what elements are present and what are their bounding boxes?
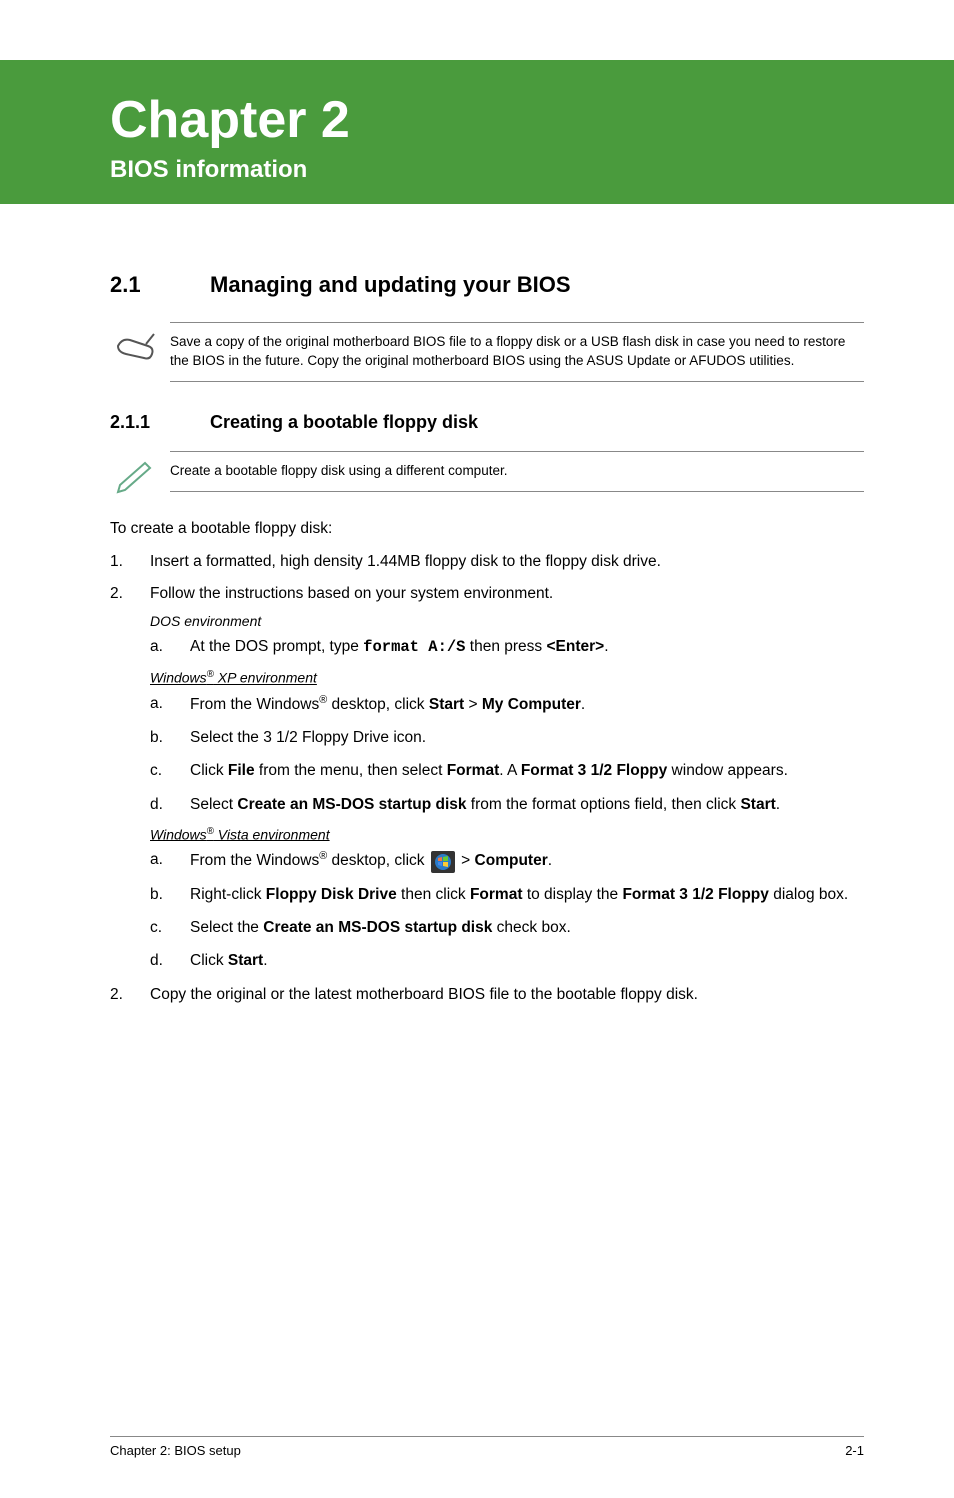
pencil-note-text: Create a bootable floppy disk using a di…	[170, 451, 864, 492]
section-number: 2.1	[110, 272, 210, 298]
save-note-text: Save a copy of the original motherboard …	[170, 322, 864, 382]
xp-step-a: a. From the Windows® desktop, click Star…	[150, 692, 864, 716]
subsection-heading: 2.1.1 Creating a bootable floppy disk	[110, 412, 864, 433]
subsection-number: 2.1.1	[110, 412, 210, 433]
vista-a-body: From the Windows® desktop, click > Compu…	[190, 848, 864, 872]
footer-right: 2-1	[845, 1443, 864, 1458]
vista-d-letter: d.	[150, 949, 190, 972]
step-2b: 2. Copy the original or the latest mothe…	[110, 983, 864, 1006]
step-1-num: 1.	[110, 550, 150, 573]
chapter-title: Chapter 2	[110, 90, 914, 150]
enter-key: <Enter>	[547, 638, 605, 655]
vista-d-body: Click Start.	[190, 949, 864, 972]
chapter-banner: Chapter 2 BIOS information	[0, 60, 954, 204]
xp-step-c: c. Click File from the menu, then select…	[150, 759, 864, 782]
vista-b-body: Right-click Floppy Disk Drive then click…	[190, 883, 864, 906]
page-content: 2.1 Managing and updating your BIOS Save…	[0, 204, 954, 1006]
xp-b-letter: b.	[150, 726, 190, 749]
step-1-text: Insert a formatted, high density 1.44MB …	[150, 550, 864, 573]
vista-c-letter: c.	[150, 916, 190, 939]
vista-step-c: c. Select the Create an MS-DOS startup d…	[150, 916, 864, 939]
pencil-icon	[110, 451, 170, 500]
xp-env-header: Windows® XP environment	[150, 669, 864, 686]
step-1: 1. Insert a formatted, high density 1.44…	[110, 550, 864, 573]
intro-text: To create a bootable floppy disk:	[110, 518, 864, 540]
xp-a-letter: a.	[150, 692, 190, 716]
xp-step-b: b. Select the 3 1/2 Floppy Drive icon.	[150, 726, 864, 749]
vista-step-a: a. From the Windows® desktop, click > Co…	[150, 848, 864, 872]
xp-d-body: Select Create an MS-DOS startup disk fro…	[190, 793, 864, 816]
dos-command: format A:/S	[363, 638, 465, 656]
step-2b-text: Copy the original or the latest motherbo…	[150, 983, 864, 1006]
vista-step-b: b. Right-click Floppy Disk Drive then cl…	[150, 883, 864, 906]
dos-a-body: At the DOS prompt, type format A:/S then…	[190, 635, 864, 659]
subsection-title: Creating a bootable floppy disk	[210, 412, 478, 433]
xp-b-body: Select the 3 1/2 Floppy Drive icon.	[190, 726, 864, 749]
step-2-text: Follow the instructions based on your sy…	[150, 582, 864, 605]
xp-c-letter: c.	[150, 759, 190, 782]
vista-step-d: d. Click Start.	[150, 949, 864, 972]
footer-left: Chapter 2: BIOS setup	[110, 1443, 241, 1458]
step-2-num: 2.	[110, 582, 150, 605]
vista-c-body: Select the Create an MS-DOS startup disk…	[190, 916, 864, 939]
save-note: Save a copy of the original motherboard …	[110, 322, 864, 382]
step-2b-num: 2.	[110, 983, 150, 1006]
chapter-subtitle: BIOS information	[110, 156, 914, 184]
xp-a-body: From the Windows® desktop, click Start >…	[190, 692, 864, 716]
dos-env-header: DOS environment	[150, 613, 864, 629]
xp-c-body: Click File from the menu, then select Fo…	[190, 759, 864, 782]
vista-a-letter: a.	[150, 848, 190, 872]
vista-env-header: Windows® Vista environment	[150, 826, 864, 843]
xp-d-letter: d.	[150, 793, 190, 816]
pencil-note: Create a bootable floppy disk using a di…	[110, 451, 864, 500]
dos-a-letter: a.	[150, 635, 190, 659]
page-footer: Chapter 2: BIOS setup 2-1	[110, 1436, 864, 1458]
dos-step-a: a. At the DOS prompt, type format A:/S t…	[150, 635, 864, 659]
xp-step-d: d. Select Create an MS-DOS startup disk …	[150, 793, 864, 816]
vista-b-letter: b.	[150, 883, 190, 906]
hand-icon	[110, 322, 170, 371]
section-title: Managing and updating your BIOS	[210, 272, 571, 298]
windows-start-icon	[431, 851, 455, 873]
step-2: 2. Follow the instructions based on your…	[110, 582, 864, 605]
section-heading: 2.1 Managing and updating your BIOS	[110, 272, 864, 298]
